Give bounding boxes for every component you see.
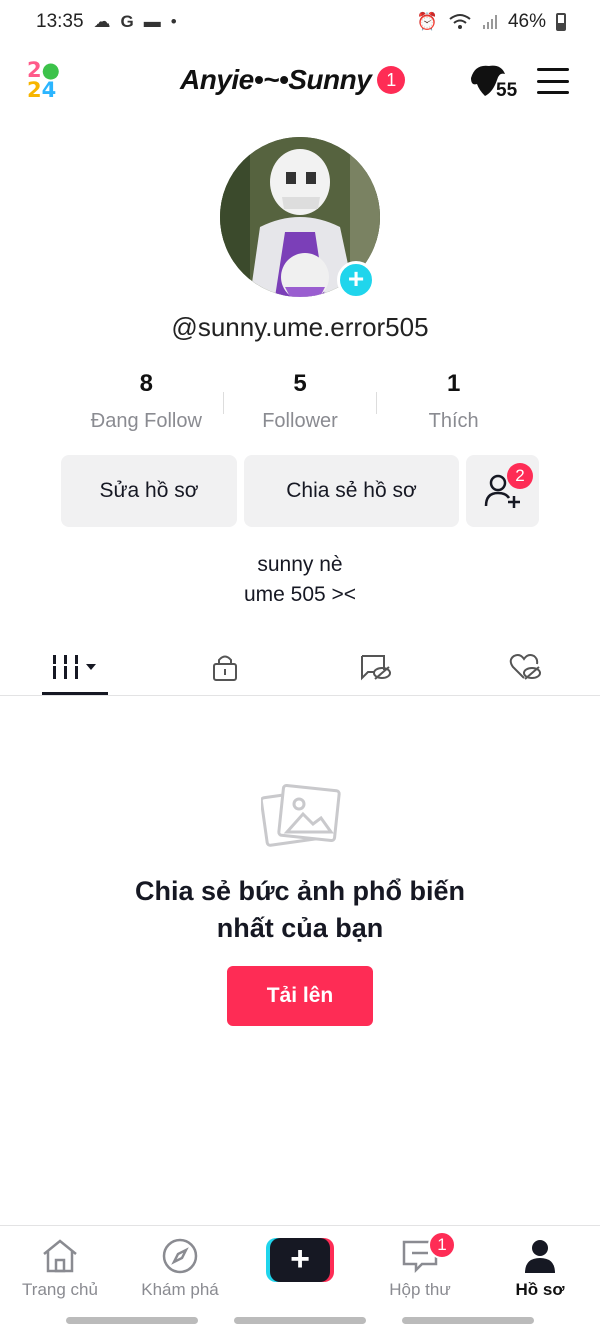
share-profile-button[interactable]: Chia sẻ hồ sơ [244,455,459,527]
friends-count: 55 [496,80,518,101]
tab-posts[interactable] [42,638,108,696]
profile-icon [525,1240,555,1273]
stat-followers[interactable]: 5 Follower [224,370,377,433]
stat-likes-label: Thích [428,410,479,432]
stat-following-value: 8 [139,370,154,397]
stat-following-label: Đang Follow [90,410,202,432]
status-bar: 13:35 ☁ G ▬ • ⏰ 46% [0,0,600,44]
nav-profile[interactable]: Hồ sơ [480,1236,600,1300]
nav-inbox[interactable]: Hộp thư [360,1236,480,1300]
gesture-bar [66,1317,198,1324]
stat-likes-value: 1 [447,370,461,397]
home-icon [43,1239,77,1273]
status-time: 13:35 [36,11,84,32]
tab-reposts[interactable] [345,638,405,696]
add-friend-button[interactable]: 2 [466,455,539,527]
stat-followers-label: Follower [262,410,338,432]
year-2024-logo-icon[interactable]: 2● 24 [27,60,69,104]
tab-private[interactable] [195,638,255,696]
hidden-liked-icon [509,654,541,680]
tab-liked[interactable] [495,638,555,696]
battery-percent: 46% [507,11,546,32]
active-tab-indicator [42,692,108,695]
bio-line: ume 505 >< [243,583,357,606]
edit-profile-button[interactable]: Sửa hồ sơ [61,455,237,527]
compass-icon [162,1238,198,1274]
dot-icon: • [170,12,177,31]
empty-state-message: Chia sẻ bức ảnh phổ biến nhất của bạn [100,873,500,947]
signal-icon [482,15,497,29]
empty-state-line: nhất của bạn [216,913,384,943]
grid-icon [53,655,96,679]
stat-following[interactable]: 8 Đang Follow [70,370,223,433]
nav-profile-label: Hồ sơ [515,1280,565,1299]
gesture-bar [402,1317,534,1324]
lock-icon [213,655,237,681]
menu-icon[interactable] [537,68,569,94]
google-icon: G [120,12,134,31]
battery-icon [556,13,566,31]
upload-button[interactable]: Tải lên [227,966,373,1026]
add-avatar-button[interactable]: + [337,261,375,299]
nav-home-label: Trang chủ [22,1280,98,1299]
photo-placeholder-icon [261,784,341,847]
profile-stats: 8 Đang Follow 5 Follower 1 Thích [70,370,530,433]
inbox-badge: 1 [428,1231,456,1259]
nav-discover-label: Khám phá [141,1280,219,1299]
message-icon: ▬ [143,12,161,31]
create-post-button[interactable]: + [266,1238,334,1282]
profile-header: 2● 24 Anyie•~•Sunny 1 55 [0,52,600,112]
empty-state-line: Chia sẻ bức ảnh phổ biến [134,876,466,906]
alarm-icon: ⏰ [416,12,438,31]
profile-actions: Sửa hồ sơ Chia sẻ hồ sơ 2 [61,455,539,527]
nav-home[interactable]: Trang chủ [0,1236,120,1300]
stat-likes[interactable]: 1 Thích [377,370,530,433]
profile-bio: sunny nè ume 505 >< [0,550,600,610]
wifi-icon [449,14,471,29]
gesture-bar [234,1317,366,1324]
friend-requests-badge: 2 [507,463,533,489]
username: @sunny.ume.error505 [171,312,429,342]
notification-badge: 1 [377,66,406,94]
profile-name-switcher[interactable]: Anyie•~•Sunny 1 [180,64,406,96]
hidden-post-icon [361,655,391,681]
nav-discover[interactable]: Khám phá [120,1236,240,1300]
profile-display-name: Anyie•~•Sunny [180,64,372,95]
cloud-icon: ☁ [93,12,111,31]
stat-followers-value: 5 [293,370,307,397]
nav-inbox-label: Hộp thư [389,1280,451,1299]
bio-line: sunny nè [257,553,343,576]
plus-icon: + [270,1238,330,1282]
content-tabs [0,638,600,696]
